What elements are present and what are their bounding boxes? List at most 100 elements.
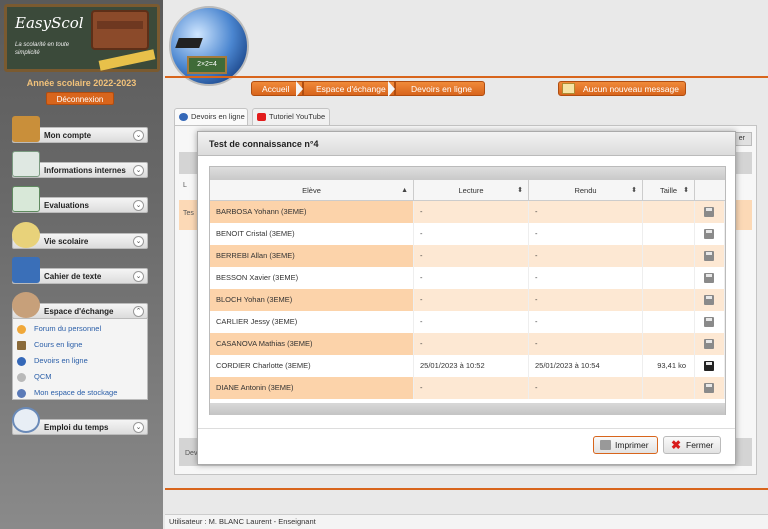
table-row[interactable]: CORDIER Charlotte (3EME) 25/01/2023 à 10:… [210,355,725,377]
graduation-cap-icon [175,38,203,48]
chevron-down-icon[interactable]: ⌄ [133,271,144,282]
table-row[interactable]: BENOIT Cristal (3EME) - - [210,223,725,245]
close-icon: ✖ [671,438,682,452]
submenu-item-qcm[interactable]: QCM [17,372,52,384]
schoolbag-flap [97,21,143,29]
submenu-item-staff-forum[interactable]: Forum du personnel [17,324,101,336]
student-name-cell: CORDIER Charlotte (3EME) [210,355,414,377]
save-icon [704,383,714,393]
file-size-cell [643,289,695,311]
read-date-cell: - [414,267,529,289]
save-icon [704,251,714,261]
file-size-cell [643,201,695,223]
messages-button[interactable]: Aucun nouveau message [558,81,686,96]
file-size-cell: 93,41 ko [643,355,695,377]
school-life-icon [12,222,40,248]
chevron-down-icon[interactable]: ⌄ [133,236,144,247]
dialog-title: Test de connaissance n°4 [198,132,735,156]
table-row[interactable]: CARLIER Jessy (3EME) - - [210,311,725,333]
submenu-label: Cours en ligne [34,340,83,349]
returned-date-cell: - [529,245,643,267]
school-year: Année scolaire 2022-2023 [26,78,137,88]
breadcrumb-separator [296,81,303,97]
file-size-cell [643,311,695,333]
table-pager [210,403,725,415]
student-name-cell: BLOCH Yohan (3EME) [210,289,414,311]
chevron-down-icon[interactable]: ⌄ [133,422,144,433]
table-row[interactable]: BERREBI Allan (3EME) - - [210,245,725,267]
table-row[interactable]: DIANE Antonin (3EME) - - [210,377,725,399]
sort-icon: ⬍ [517,187,523,194]
table-row[interactable]: BLOCH Yohan (3EME) - - [210,289,725,311]
submenu-item-online-courses[interactable]: Cours en ligne [17,340,82,352]
tab-online-homework[interactable]: Devoirs en ligne [174,108,248,125]
file-size-cell [643,377,695,399]
download-cell [695,311,725,333]
account-icon [12,116,40,142]
background-footer-text: Dev [185,450,198,457]
student-name-cell: BARBOSA Yohann (3EME) [210,201,414,223]
forum-icon [17,324,26,334]
breadcrumb-online-homework[interactable]: Devoirs en ligne [395,81,485,96]
tab-youtube-tutorial[interactable]: Tutoriel YouTube [252,108,330,125]
save-icon[interactable] [704,361,714,371]
menu-item-label: Vie scolaire [44,237,89,246]
storage-icon [17,388,26,398]
download-cell [695,245,725,267]
student-name-cell: BERREBI Allan (3EME) [210,245,414,267]
print-button[interactable]: Imprimer [593,436,658,454]
column-header-size[interactable]: Taille ⬍ [643,180,695,201]
read-date-cell: - [414,377,529,399]
column-header-student[interactable]: Elève ▲ [210,180,414,201]
submenu-label: Mon espace de stockage [34,388,118,397]
menu-item-label: Emploi du temps [44,423,109,432]
users-icon [12,292,40,318]
evaluations-icon [12,186,40,212]
submenu-item-online-homework[interactable]: Devoirs en ligne [17,356,88,368]
breadcrumb-separator [388,81,395,97]
background-button-label: er [738,135,745,142]
submenu-label: QCM [34,372,52,381]
column-header-read[interactable]: Lecture ⬍ [414,180,529,201]
chevron-down-icon[interactable]: ⌄ [133,165,144,176]
download-cell [695,333,725,355]
table-header: Elève ▲ Lecture ⬍ Rendu ⬍ Taille ⬍ [210,180,725,201]
column-header-label: Rendu [574,186,597,195]
schoolbag-icon [91,10,149,50]
table-row[interactable]: BESSON Xavier (3EME) - - [210,267,725,289]
qcm-icon [17,372,26,382]
column-header-returned[interactable]: Rendu ⬍ [529,180,643,201]
download-cell [695,289,725,311]
envelope-icon [562,83,575,94]
submenu-item-storage[interactable]: Mon espace de stockage [17,388,117,400]
logo-title: EasyScol [15,14,84,32]
table-row[interactable]: CASANOVA Mathias (3EME) - - [210,333,725,355]
returned-date-cell: - [529,333,643,355]
logout-button[interactable]: Déconnexion [46,92,114,105]
chevron-down-icon[interactable]: ⌄ [133,130,144,141]
table-row[interactable]: BARBOSA Yohann (3EME) - - [210,201,725,223]
breadcrumb-exchange-space[interactable]: Espace d'échange [303,81,395,96]
menu-item-label: Informations internes [44,166,126,175]
clock-icon [12,407,40,433]
returned-date-cell: - [529,377,643,399]
read-date-cell: - [414,289,529,311]
save-icon [704,317,714,327]
globe-logo: 2×2=4 [169,6,249,86]
download-cell [695,355,725,377]
file-size-cell [643,245,695,267]
chevron-up-icon[interactable]: ⌃ [133,306,144,317]
file-size-cell [643,223,695,245]
notebook-icon [12,257,40,283]
close-button[interactable]: ✖ Fermer [663,436,721,454]
chevron-down-icon[interactable]: ⌄ [133,200,144,211]
tab-label: Tutoriel YouTube [269,112,326,121]
tab-label: Devoirs en ligne [191,112,245,121]
sort-asc-icon: ▲ [401,187,408,194]
student-name-cell: DIANE Antonin (3EME) [210,377,414,399]
exchange-space-submenu: Forum du personnel Cours en ligne Devoir… [12,318,148,400]
save-icon [704,339,714,349]
globe-icon [17,356,26,366]
save-icon [704,295,714,305]
read-date-cell: - [414,201,529,223]
